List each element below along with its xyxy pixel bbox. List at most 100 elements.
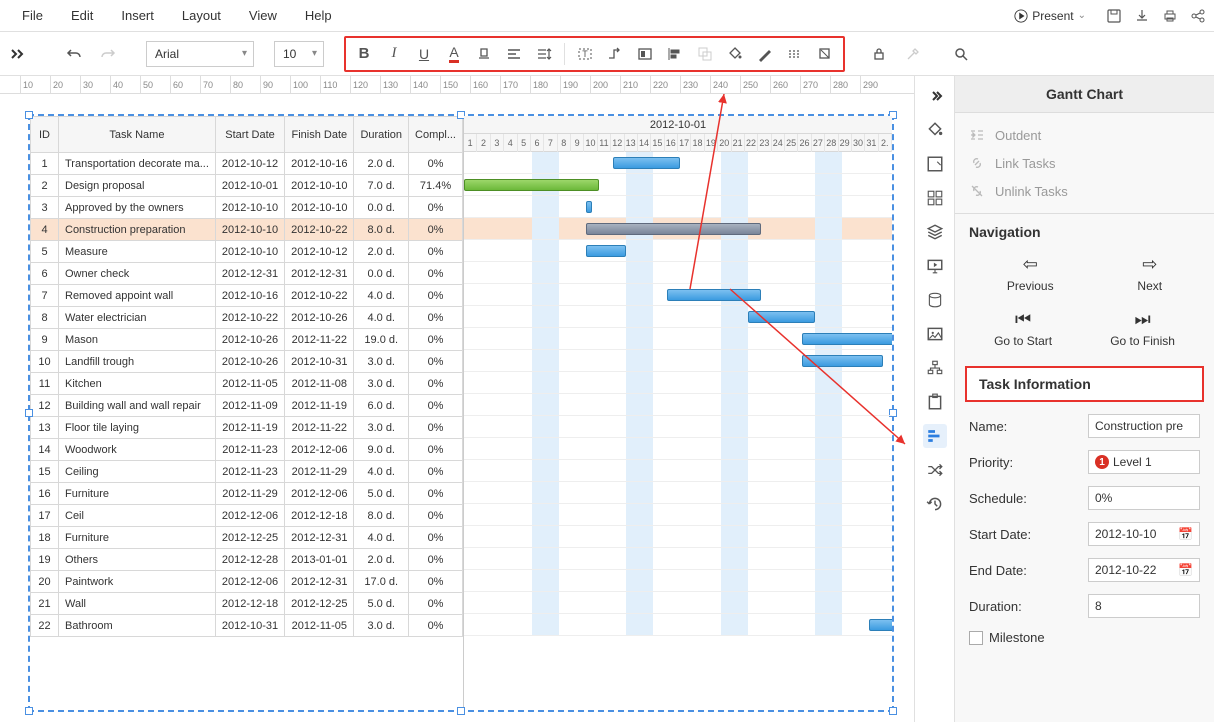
- clipboard-icon[interactable]: [923, 390, 947, 414]
- history-icon[interactable]: [923, 492, 947, 516]
- table-row[interactable]: 8Water electrician2012-10-222012-10-264.…: [31, 307, 463, 329]
- gantt-bar[interactable]: [667, 289, 762, 301]
- table-row[interactable]: 5Measure2012-10-102012-10-122.0 d.0%: [31, 241, 463, 263]
- gantt-row[interactable]: [464, 592, 892, 614]
- line-color-button[interactable]: [751, 40, 779, 68]
- gantt-row[interactable]: [464, 262, 892, 284]
- gantt-row[interactable]: [464, 526, 892, 548]
- nav-previous[interactable]: ⇦Previous: [1007, 254, 1054, 293]
- gantt-bar[interactable]: [586, 223, 762, 235]
- menu-view[interactable]: View: [235, 2, 291, 29]
- start-date-input[interactable]: 2012-10-10📅: [1088, 522, 1200, 546]
- milestone-checkbox[interactable]: [969, 631, 983, 645]
- gantt-row[interactable]: [464, 218, 892, 240]
- save-icon[interactable]: [1106, 8, 1122, 24]
- gantt-chart-area[interactable]: 2012-10-01 12345678910111213141516171819…: [464, 116, 892, 710]
- print-icon[interactable]: [1162, 8, 1178, 24]
- table-row[interactable]: 13Floor tile laying2012-11-192012-11-223…: [31, 417, 463, 439]
- gantt-row[interactable]: [464, 438, 892, 460]
- align-objects-button[interactable]: [661, 40, 689, 68]
- image-frame-button[interactable]: [631, 40, 659, 68]
- table-row[interactable]: 15Ceiling2012-11-232012-11-294.0 d.0%: [31, 461, 463, 483]
- font-size-select[interactable]: 10▾: [274, 41, 324, 67]
- table-row[interactable]: 22Bathroom2012-10-312012-11-053.0 d.0%: [31, 615, 463, 637]
- gantt-row[interactable]: [464, 350, 892, 372]
- connector-button[interactable]: [601, 40, 629, 68]
- resize-handle[interactable]: [25, 409, 33, 417]
- line-style-button[interactable]: [781, 40, 809, 68]
- gantt-row[interactable]: [464, 504, 892, 526]
- layers-icon[interactable]: [923, 220, 947, 244]
- shape-panel-icon[interactable]: [923, 152, 947, 176]
- text-box-button[interactable]: T: [571, 40, 599, 68]
- gantt-object-selection[interactable]: IDTask NameStart DateFinish DateDuration…: [28, 114, 894, 712]
- gantt-row[interactable]: [464, 394, 892, 416]
- gantt-panel-icon[interactable]: [923, 424, 947, 448]
- gantt-bar[interactable]: [869, 619, 892, 631]
- gantt-row[interactable]: [464, 416, 892, 438]
- gantt-row[interactable]: [464, 460, 892, 482]
- data-icon[interactable]: [923, 288, 947, 312]
- nav-next[interactable]: ⇨Next: [1137, 254, 1162, 293]
- table-row[interactable]: 6Owner check2012-12-312012-12-310.0 d.0%: [31, 263, 463, 285]
- shuffle-icon[interactable]: [923, 458, 947, 482]
- schedule-input[interactable]: 0%: [1088, 486, 1200, 510]
- line-spacing-button[interactable]: [530, 40, 558, 68]
- gantt-bar[interactable]: [802, 333, 893, 345]
- gantt-row[interactable]: [464, 174, 892, 196]
- menu-edit[interactable]: Edit: [57, 2, 107, 29]
- gantt-row[interactable]: [464, 240, 892, 262]
- bold-button[interactable]: B: [350, 40, 378, 68]
- nav-go-start[interactable]: ⏮Go to Start: [994, 309, 1052, 348]
- gantt-row[interactable]: [464, 614, 892, 636]
- italic-button[interactable]: I: [380, 40, 408, 68]
- table-row[interactable]: 10Landfill trough2012-10-262012-10-313.0…: [31, 351, 463, 373]
- priority-select[interactable]: 1Level 1: [1088, 450, 1200, 474]
- gantt-row[interactable]: [464, 570, 892, 592]
- redo-button[interactable]: [94, 40, 122, 68]
- table-row[interactable]: 20Paintwork2012-12-062012-12-3117.0 d.0%: [31, 571, 463, 593]
- font-family-select[interactable]: Arial▾: [146, 41, 254, 67]
- highlight-button[interactable]: [470, 40, 498, 68]
- table-row[interactable]: 21Wall2012-12-182012-12-255.0 d.0%: [31, 593, 463, 615]
- gantt-row[interactable]: [464, 372, 892, 394]
- group-button[interactable]: [691, 40, 719, 68]
- table-row[interactable]: 2Design proposal2012-10-012012-10-107.0 …: [31, 175, 463, 197]
- gantt-row[interactable]: [464, 482, 892, 504]
- table-row[interactable]: 4Construction preparation2012-10-102012-…: [31, 219, 463, 241]
- resize-handle[interactable]: [25, 707, 33, 715]
- gantt-bar[interactable]: [464, 179, 599, 191]
- menu-insert[interactable]: Insert: [107, 2, 168, 29]
- font-color-button[interactable]: A: [440, 40, 468, 68]
- gantt-row[interactable]: [464, 284, 892, 306]
- table-row[interactable]: 17Ceil2012-12-062012-12-188.0 d.0%: [31, 505, 463, 527]
- underline-button[interactable]: U: [410, 40, 438, 68]
- gantt-row[interactable]: [464, 196, 892, 218]
- image-panel-icon[interactable]: [923, 322, 947, 346]
- table-row[interactable]: 19Others2012-12-282013-01-012.0 d.0%: [31, 549, 463, 571]
- table-row[interactable]: 12Building wall and wall repair2012-11-0…: [31, 395, 463, 417]
- table-row[interactable]: 9Mason2012-10-262012-11-2219.0 d.0%: [31, 329, 463, 351]
- gantt-row[interactable]: [464, 548, 892, 570]
- gantt-bar[interactable]: [586, 245, 627, 257]
- gantt-row[interactable]: [464, 328, 892, 350]
- unlink-tasks-action[interactable]: Unlink Tasks: [969, 177, 1200, 205]
- resize-handle[interactable]: [25, 111, 33, 119]
- gantt-bar[interactable]: [802, 355, 883, 367]
- export-icon[interactable]: [1134, 8, 1150, 24]
- collapse-panel-icon[interactable]: [923, 84, 947, 108]
- align-button[interactable]: [500, 40, 528, 68]
- task-name-input[interactable]: Construction pre: [1088, 414, 1200, 438]
- grid-panel-icon[interactable]: [923, 186, 947, 210]
- undo-button[interactable]: [60, 40, 88, 68]
- present-button[interactable]: Present ⌄: [1006, 5, 1094, 27]
- menu-layout[interactable]: Layout: [168, 2, 235, 29]
- duration-input[interactable]: 8: [1088, 594, 1200, 618]
- fill-color-button[interactable]: [721, 40, 749, 68]
- table-row[interactable]: 18Furniture2012-12-252012-12-314.0 d.0%: [31, 527, 463, 549]
- nav-go-finish[interactable]: ⏭Go to Finish: [1110, 309, 1175, 348]
- menu-help[interactable]: Help: [291, 2, 346, 29]
- gantt-row[interactable]: [464, 306, 892, 328]
- menu-file[interactable]: File: [8, 2, 57, 29]
- gantt-row[interactable]: [464, 152, 892, 174]
